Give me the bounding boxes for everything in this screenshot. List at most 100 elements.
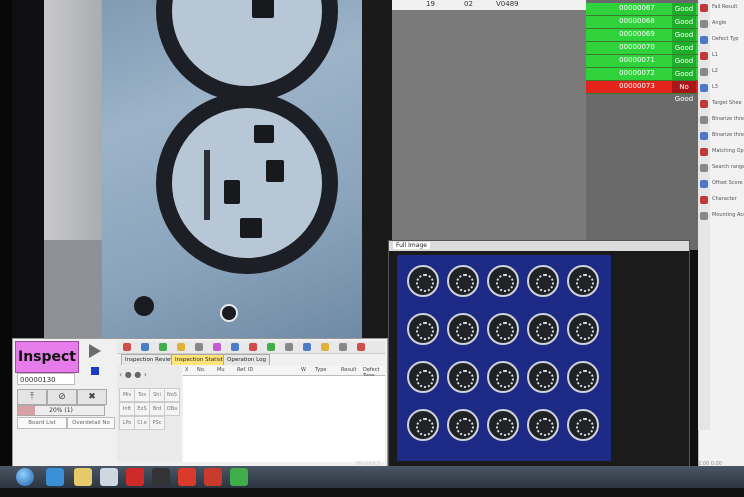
setting-icon[interactable] bbox=[700, 164, 708, 172]
toolbar-icon[interactable] bbox=[195, 343, 203, 351]
pcb-panel-board[interactable] bbox=[567, 265, 599, 297]
defect-filter-cell[interactable]: ExS bbox=[134, 402, 150, 416]
column-header[interactable]: W bbox=[301, 367, 306, 373]
pcb-panel-board[interactable] bbox=[447, 409, 479, 441]
inspect-button[interactable]: Inspect bbox=[15, 341, 79, 373]
status-row[interactable]: 00000070 Good bbox=[586, 42, 698, 55]
nav-arrows[interactable]: ‹ ● ● › bbox=[119, 370, 147, 379]
browser-icon[interactable] bbox=[46, 468, 64, 486]
tab-operation-log[interactable]: Operation Log bbox=[223, 354, 270, 365]
setting-icon[interactable] bbox=[700, 212, 708, 220]
defect-filter-cell[interactable]: Shi bbox=[149, 388, 165, 402]
toolbar-icon[interactable] bbox=[141, 343, 149, 351]
setting-item[interactable]: Character bbox=[712, 196, 737, 202]
pcb-panel-board[interactable] bbox=[407, 409, 439, 441]
cancel-button[interactable]: ⊘ bbox=[47, 389, 77, 405]
toolbar-icon[interactable] bbox=[357, 343, 365, 351]
pcb-panel-board[interactable] bbox=[407, 361, 439, 393]
pcb-panel-board[interactable] bbox=[567, 409, 599, 441]
toolbar-icon[interactable] bbox=[267, 343, 275, 351]
defect-filter-cell[interactable]: Tos bbox=[134, 388, 150, 402]
setting-icon[interactable] bbox=[700, 100, 708, 108]
defect-filter-cell[interactable]: NoS bbox=[164, 388, 180, 402]
toolbar-icon[interactable] bbox=[213, 343, 221, 351]
pcb-panel-board[interactable] bbox=[567, 313, 599, 345]
pcb-array-image[interactable] bbox=[397, 255, 611, 461]
setting-item[interactable]: Fail Result bbox=[712, 4, 737, 10]
board-list-button[interactable]: Board List bbox=[17, 417, 67, 429]
toolbar-icon[interactable] bbox=[249, 343, 257, 351]
delete-button[interactable]: ✖ bbox=[77, 389, 107, 405]
pcb-panel-board[interactable] bbox=[567, 361, 599, 393]
spreadsheet-icon[interactable] bbox=[230, 468, 248, 486]
reset-button[interactable]: ⤒ bbox=[17, 389, 47, 405]
status-row[interactable]: 00000071 Good bbox=[586, 55, 698, 68]
column-header[interactable]: X bbox=[185, 367, 188, 373]
toolbar-icon[interactable] bbox=[339, 343, 347, 351]
toolbar-icon[interactable] bbox=[159, 343, 167, 351]
setting-icon[interactable] bbox=[700, 68, 708, 76]
pcb-panel-board[interactable] bbox=[487, 361, 519, 393]
pcb-panel-board[interactable] bbox=[527, 409, 559, 441]
setting-item[interactable]: Matching Op bbox=[712, 148, 744, 154]
full-image-tab[interactable]: Full Image bbox=[389, 241, 689, 251]
inspection-table[interactable] bbox=[183, 376, 385, 462]
app-icon[interactable] bbox=[152, 468, 170, 486]
overdetail-button[interactable]: Overdetail No bbox=[67, 417, 115, 429]
status-row[interactable]: 00000069 Good bbox=[586, 29, 698, 42]
defect-filter-cell[interactable]: Inft bbox=[119, 402, 135, 416]
setting-icon[interactable] bbox=[700, 148, 708, 156]
toolbar-icon[interactable] bbox=[123, 343, 131, 351]
toolbar-icon[interactable] bbox=[231, 343, 239, 351]
setting-icon[interactable] bbox=[700, 196, 708, 204]
setting-item[interactable]: Binarize thre bbox=[712, 132, 744, 138]
setting-icon[interactable] bbox=[700, 4, 708, 12]
pcb-panel-board[interactable] bbox=[447, 313, 479, 345]
pcb-panel-board[interactable] bbox=[447, 361, 479, 393]
column-header[interactable]: Type bbox=[315, 367, 326, 373]
toolbar-icon[interactable] bbox=[303, 343, 311, 351]
pcb-panel-board[interactable] bbox=[527, 361, 559, 393]
setting-item[interactable]: Binarize thre bbox=[712, 116, 744, 122]
setting-item[interactable]: Defect Typ bbox=[712, 36, 738, 42]
stop-icon[interactable] bbox=[91, 367, 99, 375]
start-button[interactable] bbox=[16, 468, 34, 486]
setting-icon[interactable] bbox=[700, 132, 708, 140]
camera-view[interactable] bbox=[44, 0, 362, 338]
column-header[interactable]: Mu bbox=[217, 367, 224, 373]
pcb-panel-board[interactable] bbox=[487, 313, 519, 345]
pcb-panel-board[interactable] bbox=[407, 313, 439, 345]
setting-icon[interactable] bbox=[700, 84, 708, 92]
defect-filter-cell[interactable]: Brd bbox=[149, 402, 165, 416]
defect-filter-cell[interactable]: PSc bbox=[149, 416, 165, 430]
setting-icon[interactable] bbox=[700, 20, 708, 28]
defect-filter-cell[interactable]: LPo bbox=[119, 416, 135, 430]
setting-item[interactable]: Angle bbox=[712, 20, 726, 26]
column-header[interactable]: Result bbox=[341, 367, 356, 373]
toolbar-icon[interactable] bbox=[285, 343, 293, 351]
setting-item[interactable]: Offset Score bbox=[712, 180, 743, 186]
pcb-panel-board[interactable] bbox=[447, 265, 479, 297]
setting-item[interactable]: L2 bbox=[712, 68, 718, 74]
defect-filter-cell[interactable]: OBa bbox=[164, 402, 180, 416]
window-icon[interactable] bbox=[100, 468, 118, 486]
defect-filter-cell[interactable]: Mis bbox=[119, 388, 135, 402]
status-row[interactable]: 00000067 Good bbox=[586, 3, 698, 16]
play-icon[interactable] bbox=[83, 341, 105, 361]
setting-item[interactable]: Target Shee bbox=[712, 100, 742, 106]
pcb-panel-board[interactable] bbox=[407, 265, 439, 297]
status-row[interactable]: 00000068 Good bbox=[586, 16, 698, 29]
app-b-icon[interactable] bbox=[126, 468, 144, 486]
column-header[interactable]: Ref. ID bbox=[237, 367, 253, 373]
defect-filter-cell[interactable]: Cl.e bbox=[134, 416, 150, 430]
status-row[interactable]: 00000073 No Good bbox=[586, 81, 698, 103]
pcb-panel-board[interactable] bbox=[487, 409, 519, 441]
column-header[interactable]: No. bbox=[197, 367, 205, 373]
toolbar-icon[interactable] bbox=[177, 343, 185, 351]
pdf-icon[interactable] bbox=[178, 468, 196, 486]
pcb-panel-board[interactable] bbox=[527, 313, 559, 345]
status-row[interactable]: 00000072 Good bbox=[586, 68, 698, 81]
setting-item[interactable]: L1 bbox=[712, 52, 718, 58]
toolbar-icon[interactable] bbox=[321, 343, 329, 351]
folder-icon[interactable] bbox=[74, 468, 92, 486]
